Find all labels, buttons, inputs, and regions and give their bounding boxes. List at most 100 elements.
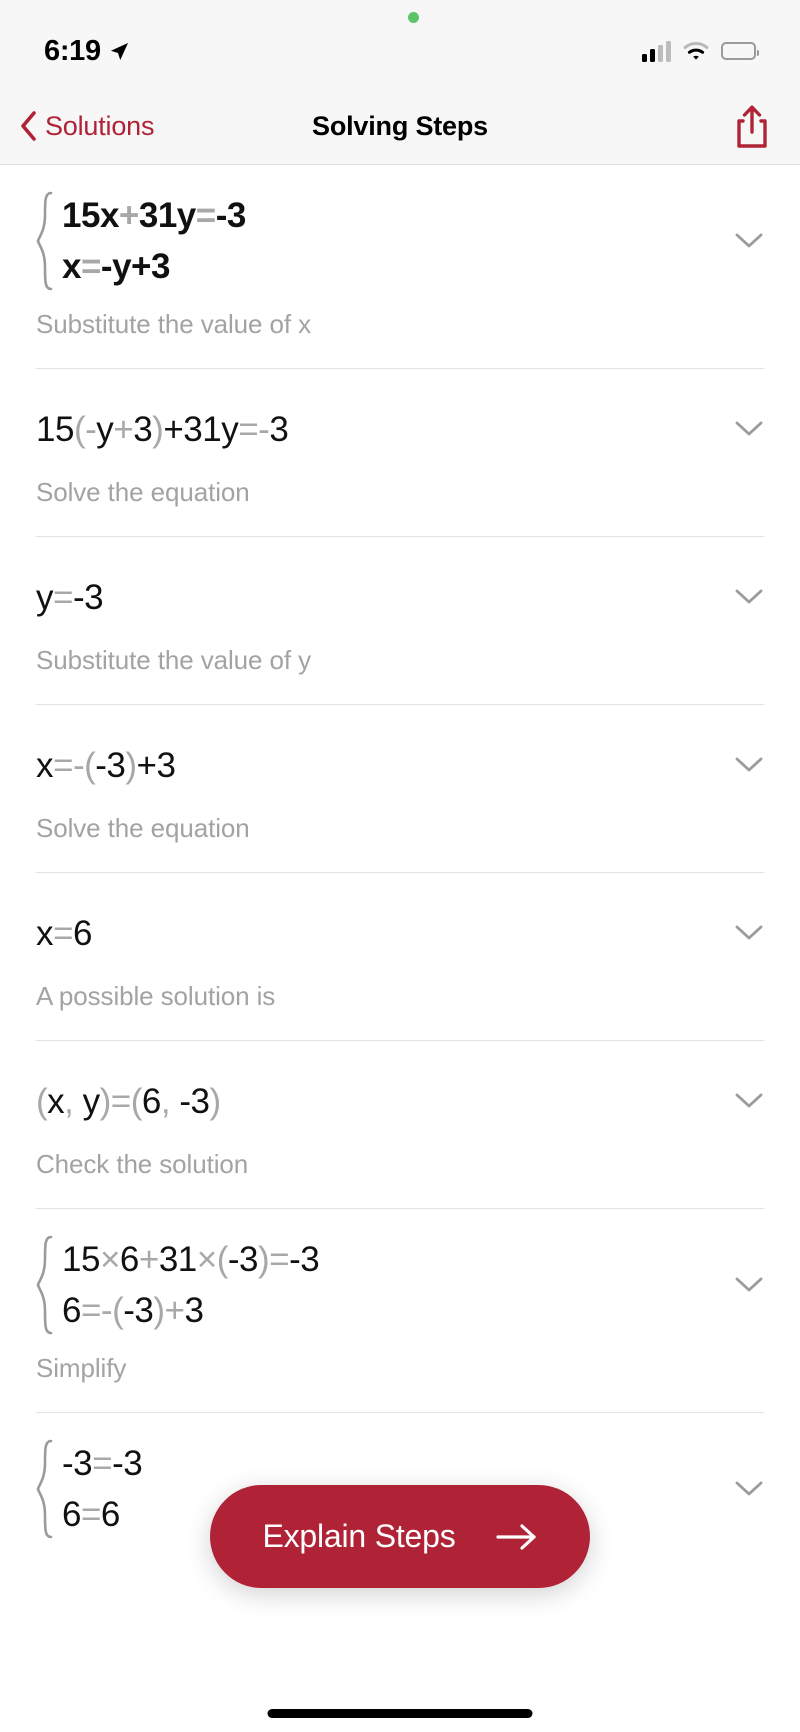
solving-step[interactable]: y = -3 Substitute the value of y [0,537,800,704]
back-button[interactable]: Solutions [0,111,154,142]
math-token: 6 [141,1081,161,1121]
solving-step[interactable]: x = -(-3) +3 Solve the equation [0,705,800,872]
chevron-down-icon[interactable] [718,756,764,774]
math-token: - [85,409,97,449]
solving-step[interactable]: 15 x +31 y = -3 x = - y +3 Substitute the value of … [0,165,800,368]
step-caption: Simplify [36,1353,127,1383]
math-token: = [238,409,259,449]
chevron-down-icon[interactable] [718,1276,764,1294]
math-token: + [131,247,151,286]
math-token: - [100,1291,113,1330]
math-token: ) [209,1081,221,1121]
math-token: ( [216,1240,229,1279]
math-token: ( [73,409,86,449]
math-token: ) [125,745,137,785]
share-button[interactable] [732,103,772,149]
math-token: ) [99,1081,112,1121]
step-expression-row[interactable]: x = -(-3) +3 [36,705,764,799]
math-token: - [72,577,85,617]
math-expression-line: (x, y) =(6, -3) [36,1084,221,1119]
math-token: = [53,745,73,785]
math-token: ) [257,1240,270,1279]
green-recording-dot [408,12,419,23]
status-time: 6:19 [44,34,101,67]
status-bar: 6:19 [0,0,800,88]
chevron-down-icon[interactable] [718,588,764,606]
math-expression-line: 15 × 6 +31 ×(-3) = -3 [62,1240,320,1279]
math-expression-line: 6 = 6 [62,1497,142,1532]
chevron-down-icon[interactable] [718,1480,764,1498]
solving-step[interactable]: x = 6 A possible solution is [0,873,800,1040]
math-token: ( [112,1291,124,1330]
equation: 15(- y +3) +31 y = -3 [36,412,718,447]
math-token: y [112,247,132,286]
math-token: 3 [226,196,246,235]
math-token: 3 [106,745,126,785]
step-caption: Solve the equation [36,477,250,507]
math-expression-line: 6 = -(-3) +3 [62,1293,319,1328]
step-expression-row[interactable]: 15 × 6 +31 ×(-3) = -3 6 = -(-3) +3 [36,1209,764,1339]
chevron-down-icon[interactable] [718,924,764,942]
math-token: y [36,577,54,617]
solving-step[interactable]: 15(- y +3) +31 y = -3 Solve the equation [0,369,800,536]
math-token: x [47,1081,65,1121]
math-token: = [80,247,101,286]
math-expression-line: x = -(-3) +3 [36,745,176,785]
math-token: 3 [84,577,104,617]
math-token: y [96,409,114,449]
math-token: , [160,1081,171,1121]
step-caption: Substitute the value of y [36,645,312,675]
math-token: 6 [72,913,92,953]
math-token: 31 [183,409,222,449]
chevron-down-icon[interactable] [718,1092,764,1110]
math-token: y [221,409,239,449]
math-expression-line: 15(- y +3) +31 y = -3 [36,409,289,449]
math-token: 3 [73,1444,93,1483]
math-token: 6 [119,1240,139,1279]
solving-step[interactable]: 15 × 6 +31 ×(-3) = -3 6 = -(-3) +3 Simplify [0,1209,800,1412]
system-brace-icon [36,191,56,291]
math-token: + [113,409,134,449]
explain-steps-button[interactable]: Explain Steps [210,1485,590,1588]
equation-system: 15 × 6 +31 ×(-3) = -3 6 = -(-3) +3 [36,1235,718,1335]
math-token: - [258,409,270,449]
math-token: 6 [62,1291,81,1330]
status-bar-left: 6:19 [44,35,129,68]
chevron-down-icon[interactable] [718,420,764,438]
equation: x = -(-3) +3 [36,748,718,783]
solving-steps-list: 15 x +31 y = -3 x = - y +3 Substitute the value of … [0,165,800,1603]
math-token: 3 [133,409,153,449]
math-token: 3 [134,1291,154,1330]
math-token [170,1084,179,1119]
chevron-down-icon[interactable] [718,232,764,250]
math-token: - [112,1444,124,1483]
math-token: - [123,1291,135,1330]
step-expression-row[interactable]: (x, y) =(6, -3) [36,1041,764,1135]
math-token: ) [153,1291,165,1330]
step-expression-row[interactable]: 15 x +31 y = -3 x = - y +3 [36,165,764,295]
step-expression-row[interactable]: x = 6 [36,873,764,967]
step-caption: Check the solution [36,1149,249,1179]
math-expression-line: y = -3 [36,577,104,617]
step-expression-row[interactable]: 15(- y +3) +31 y = -3 [36,369,764,463]
solving-step[interactable]: (x, y) =(6, -3) Check the solution [0,1041,800,1208]
math-token: = [53,577,73,617]
math-token: 3 [151,247,170,286]
math-token: × [99,1240,120,1279]
step-caption: Solve the equation [36,813,250,843]
system-brace-icon [36,1235,56,1335]
explain-steps-label: Explain Steps [262,1518,456,1554]
math-token: - [179,1081,191,1121]
math-token: 15 [62,1240,100,1279]
navigation-bar: Solutions Solving Steps [0,88,800,165]
math-token: - [100,247,113,286]
location-arrow-icon [110,42,129,61]
math-token: x [36,745,54,785]
math-token: 31 [158,1240,197,1279]
math-token: x [99,196,119,235]
equation-system: 15 x +31 y = -3 x = - y +3 [36,191,718,291]
math-token: 15 [62,196,100,235]
status-bar-right [642,40,759,62]
step-expression-row[interactable]: y = -3 [36,537,764,631]
math-token: x [36,913,54,953]
